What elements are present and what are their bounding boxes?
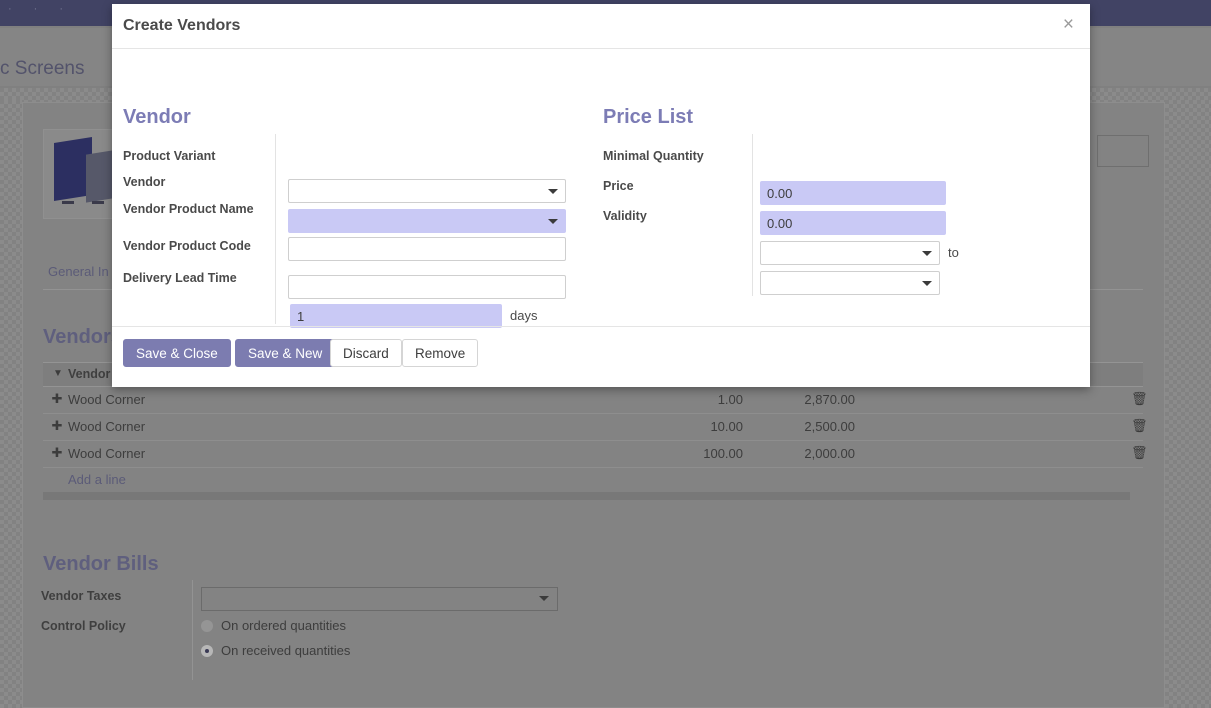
vendor-product-code-input[interactable] [288,275,566,299]
table-row[interactable]: ✚ Wood Corner 10.00 2,500.00 🗑 [43,414,1148,441]
vendor-group-divider [275,134,276,324]
vendor-product-name-input[interactable] [288,237,566,261]
vendors-table-body: ✚ Wood Corner 1.00 2,870.00 🗑 ✚ Wood Corner 10.… [43,387,1148,468]
cell-quantity: 1.00 [717,392,743,407]
dialog-title: Create Vendors [123,17,241,34]
radio-label-on-ordered: On ordered quantities [221,618,347,633]
vendor-group-title: Vendor [123,106,191,128]
cell-vendor: Wood Corner [68,446,146,461]
cell-quantity: 10.00 [710,419,743,434]
vendor-taxes-select[interactable] [201,587,558,611]
cell-price: 2,000.00 [804,446,855,461]
cell-price: 2,500.00 [804,419,855,434]
breadcrumb: c Screens [0,58,85,79]
horizontal-scrollbar[interactable] [43,492,1130,500]
vendor-product-code-label: Vendor Product Code [123,239,251,253]
navbar-menu-icons: ··· [8,3,85,15]
tab-general-information[interactable]: General In [48,264,109,279]
delivery-lead-time-unit: days [510,308,538,323]
vendor-taxes-label: Vendor Taxes [41,589,122,603]
product-variant-label: Product Variant [123,149,216,163]
close-icon[interactable]: × [1059,13,1078,36]
trash-icon[interactable]: 🗑 [1131,391,1148,407]
dialog-body: Vendor Product Variant Vendor Vendor Pro… [112,49,1090,328]
canvas-transparency-strip-left [0,100,22,708]
panel-foot-left [62,201,74,204]
sort-caret-icon[interactable]: ▼ [53,368,63,379]
minimal-quantity-label: Minimal Quantity [603,149,704,163]
column-header-vendor[interactable]: Vendor [68,367,110,381]
price-list-group-divider [752,134,753,296]
price-input[interactable] [760,211,946,235]
price-list-group-title: Price List [603,106,694,128]
cell-price: 2,870.00 [804,392,855,407]
cell-quantity: 100.00 [703,446,743,461]
validity-separator: to [948,245,959,260]
vendors-section-title: Vendors [43,326,122,348]
table-row[interactable]: ✚ Wood Corner 1.00 2,870.00 🗑 [43,387,1148,414]
minimal-quantity-input[interactable] [760,181,946,205]
vendor-label: Vendor [123,175,166,189]
remove-button[interactable]: Remove [402,339,479,367]
product-name-field[interactable] [1097,135,1149,167]
vendor-bills-divider [192,580,193,680]
save-and-new-button[interactable]: Save & New [235,339,336,367]
cell-vendor: Wood Corner [68,392,146,407]
panel-foot-right [92,201,104,204]
product-variant-select[interactable] [288,179,566,203]
trash-icon[interactable]: 🗑 [1131,418,1148,434]
radio-icon-selected [201,645,213,657]
discard-button[interactable]: Discard [330,339,402,367]
drag-handle-icon[interactable]: ✚ [50,446,64,460]
dialog-header: Create Vendors × [112,4,1090,49]
add-a-line-button[interactable]: Add a line [68,472,126,487]
radio-on-received-quantities[interactable]: On received quantities [201,643,350,658]
cell-vendor: Wood Corner [68,419,146,434]
chevron-down-icon [539,596,549,601]
validity-from-input[interactable] [760,241,940,265]
control-policy-label: Control Policy [41,619,126,633]
vendor-bills-section-title: Vendor Bills [43,553,159,575]
radio-label-on-received: On received quantities [221,643,351,658]
price-label: Price [603,179,634,193]
radio-on-ordered-quantities[interactable]: On ordered quantities [201,618,346,633]
vendor-select[interactable] [288,209,566,233]
drag-handle-icon[interactable]: ✚ [50,419,64,433]
table-row[interactable]: ✚ Wood Corner 100.00 2,000.00 🗑 [43,441,1148,468]
validity-to-input[interactable] [760,271,940,295]
drag-handle-icon[interactable]: ✚ [50,392,64,406]
vendor-product-name-label: Vendor Product Name [123,202,254,216]
save-and-close-button[interactable]: Save & Close [123,339,231,367]
validity-label: Validity [603,209,647,223]
trash-icon[interactable]: 🗑 [1131,445,1148,461]
delivery-lead-time-label: Delivery Lead Time [123,271,237,285]
dialog-footer: Save & Close Save & New Discard Remove [112,326,1090,387]
canvas-transparency-strip-right [1165,100,1211,708]
radio-icon-unselected [201,620,213,632]
delivery-lead-time-input[interactable] [290,304,502,328]
create-vendors-dialog: Create Vendors × Vendor Product Variant … [112,4,1090,387]
